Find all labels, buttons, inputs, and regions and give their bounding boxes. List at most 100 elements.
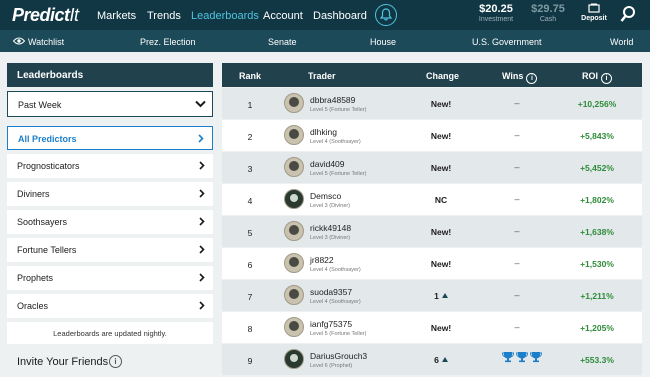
trader-level: Level 5 (Fortune Teller) (310, 171, 367, 177)
rank-cell: 9 (247, 356, 253, 366)
table-row[interactable]: 2 dlhking Level 4 (Soothsayer) New! – +5… (222, 120, 642, 151)
rank-cell: 3 (247, 164, 253, 174)
table-row[interactable]: 3 david409 Level 5 (Fortune Teller) New!… (222, 152, 642, 183)
sidebar-item-all-predictors[interactable]: All Predictors (7, 126, 213, 150)
wins-cell: – (514, 258, 520, 268)
nav-account[interactable]: Account (263, 10, 303, 22)
investment-amount: $20.25 (479, 3, 513, 15)
avatar[interactable] (284, 157, 304, 177)
rank-cell: 8 (247, 324, 253, 334)
rank-cell: 6 (247, 260, 253, 270)
trader-name[interactable]: dbbra48589 (310, 95, 355, 105)
trophy-icon (530, 352, 542, 363)
avatar[interactable] (284, 189, 304, 209)
eye-icon (12, 37, 26, 47)
sidebar-title: Leaderboards (7, 63, 213, 87)
wins-cell: – (514, 130, 520, 140)
investment-balance[interactable]: $20.25 Investment (474, 3, 518, 23)
change-cell: 6 (410, 355, 472, 365)
logo-light-text: It (69, 5, 80, 25)
chevron-right-icon (199, 245, 205, 254)
subnav-senate[interactable]: Senate (268, 37, 297, 47)
wins-cell: – (514, 290, 520, 300)
trader-name[interactable]: david409 (310, 159, 345, 169)
table-row[interactable]: 8 ianfg75375 Level 5 (Fortune Teller) Ne… (222, 312, 642, 343)
cash-balance[interactable]: $29.75 Cash (528, 3, 568, 23)
trader-level: Level 3 (Diviner) (310, 235, 351, 241)
trader-name[interactable]: dlhking (310, 127, 337, 137)
trophy-icon (516, 352, 528, 363)
avatar[interactable] (284, 253, 304, 273)
table-row[interactable]: 6 jr8822 Level 4 (Soothsayer) New! – +1,… (222, 248, 642, 279)
wins-cell (502, 351, 542, 365)
sidebar-item-diviners[interactable]: Diviners (7, 182, 213, 206)
change-cell: New! (430, 131, 452, 141)
change-cell: New! (430, 99, 452, 109)
subnav-us-government[interactable]: U.S. Government (472, 37, 542, 47)
nav-leaderboards[interactable]: Leaderboards (191, 10, 259, 22)
deposit-icon (588, 3, 600, 13)
wins-info-icon[interactable]: i (526, 73, 538, 84)
subnav-world[interactable]: World (610, 37, 633, 47)
subnav-house[interactable]: House (370, 37, 396, 47)
chevron-right-icon (199, 189, 205, 198)
chevron-right-icon (199, 273, 205, 282)
period-select[interactable]: Past Week (7, 91, 213, 117)
rank-cell: 2 (247, 132, 253, 142)
trader-name[interactable]: ianfg75375 (310, 319, 352, 329)
subnav-prez-election[interactable]: Prez. Election (140, 37, 196, 47)
trader-name[interactable]: suoda9357 (310, 287, 352, 297)
trader-name[interactable]: DariusGrouch3 (310, 351, 367, 361)
chevron-down-icon (195, 100, 206, 108)
change-cell: New! (430, 163, 452, 173)
chevron-right-icon (198, 134, 204, 143)
avatar[interactable] (284, 317, 304, 337)
roi-cell: +1,802% (580, 195, 614, 205)
chevron-right-icon (199, 217, 205, 226)
sidebar-item-prophets[interactable]: Prophets (7, 266, 213, 290)
trader-level: Level 3 (Diviner) (310, 203, 351, 209)
sidebar-item-prognosticators[interactable]: Prognosticators (7, 154, 213, 178)
change-value: 1 (434, 291, 439, 301)
roi-info-icon[interactable]: i (601, 73, 613, 84)
rank-cell: 1 (247, 100, 253, 110)
trader-name[interactable]: rickk49148 (310, 223, 351, 233)
avatar[interactable] (284, 349, 304, 369)
trader-level: Level 4 (Soothsayer) (310, 299, 361, 305)
avatar[interactable] (284, 125, 304, 145)
nav-trends[interactable]: Trends (147, 10, 181, 22)
col-wins-label: Wins (502, 71, 524, 81)
table-row[interactable]: 4 Demsco Level 3 (Diviner) NC – +1,802% (222, 184, 642, 215)
wins-cell: – (514, 162, 520, 172)
nav-markets[interactable]: Markets (97, 10, 136, 22)
table-row[interactable]: 9 DariusGrouch3 Level 6 (Prophet) 6 +553… (222, 344, 642, 375)
logo-bold-text: Predict (12, 5, 70, 25)
nav-dashboard[interactable]: Dashboard (313, 10, 367, 22)
sidebar-item-oracles[interactable]: Oracles (7, 294, 213, 318)
chevron-right-icon (199, 301, 205, 310)
table-row[interactable]: 7 suoda9357 Level 4 (Soothsayer) 1 – +1,… (222, 280, 642, 311)
trader-level: Level 6 (Prophet) (310, 363, 353, 369)
col-change: Change (426, 71, 460, 81)
subnav-watchlist[interactable]: Watchlist (28, 37, 64, 47)
avatar[interactable] (284, 285, 304, 305)
predictit-logo[interactable]: PredictIt (12, 5, 79, 26)
avatar[interactable] (284, 93, 304, 113)
leaderboard-table-header: Rank Trader Change Wins i ROI i (222, 63, 642, 87)
info-icon[interactable]: i (109, 355, 122, 368)
notifications-bell-icon[interactable] (375, 4, 397, 26)
sidebar-item-label: Oracles (17, 301, 49, 311)
col-wins: Wins i (502, 71, 538, 84)
col-roi-label: ROI (582, 71, 599, 81)
avatar[interactable] (284, 221, 304, 241)
sidebar-item-soothsayers[interactable]: Soothsayers (7, 210, 213, 234)
invite-friends-link[interactable]: Invite Your Friends (17, 356, 108, 368)
sidebar-item-fortune-tellers[interactable]: Fortune Tellers (7, 238, 213, 262)
deposit-button[interactable]: Deposit (580, 3, 608, 22)
search-icon[interactable] (620, 5, 636, 28)
table-row[interactable]: 1 dbbra48589 Level 5 (Fortune Teller) Ne… (222, 88, 642, 119)
table-row[interactable]: 5 rickk49148 Level 3 (Diviner) New! – +1… (222, 216, 642, 247)
col-roi: ROI i (582, 71, 613, 84)
trader-name[interactable]: Demsco (310, 191, 341, 201)
trader-name[interactable]: jr8822 (310, 255, 334, 265)
